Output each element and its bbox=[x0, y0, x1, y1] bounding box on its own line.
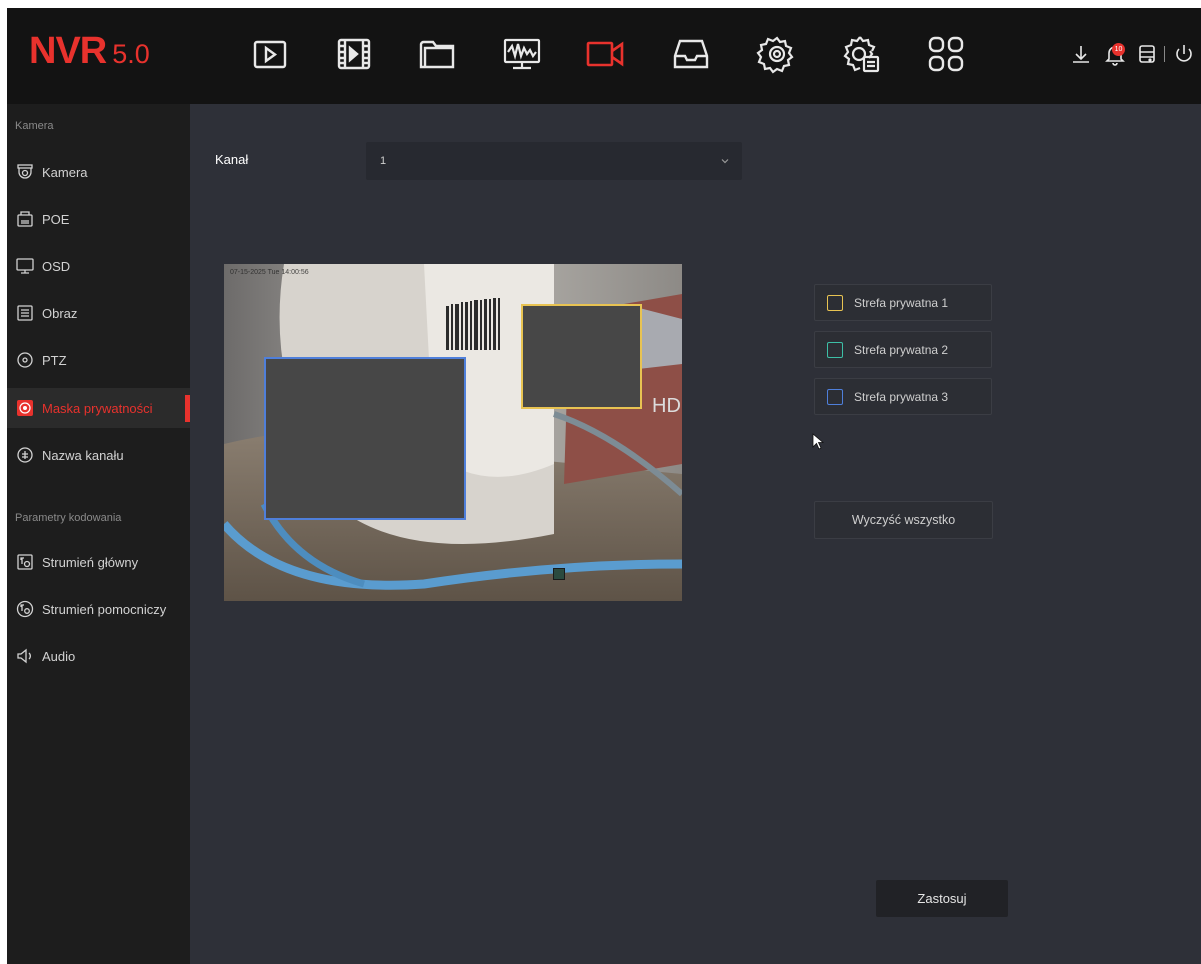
main-stream-icon bbox=[15, 552, 35, 572]
speaker-icon bbox=[15, 646, 35, 666]
gear-doc-icon[interactable] bbox=[840, 32, 884, 76]
monitor-waveform-icon[interactable] bbox=[500, 32, 544, 76]
sidebar-item-label: POE bbox=[42, 211, 70, 227]
privacy-mask-zone-3[interactable] bbox=[264, 357, 466, 520]
bell-icon[interactable]: 10 bbox=[1103, 40, 1127, 68]
zone-1-button[interactable]: Strefa prywatna 1 bbox=[814, 284, 992, 321]
nvr-app: NVR 5.0 10 Kamera Kamera POE OSD Obraz P… bbox=[7, 8, 1201, 964]
top-bar: NVR 5.0 10 bbox=[7, 8, 1201, 104]
sidebar-item-label: Obraz bbox=[42, 305, 78, 321]
sidebar-item-ptz[interactable]: PTZ bbox=[7, 340, 190, 380]
poe-icon bbox=[15, 209, 35, 229]
sidebar-item-sub-stream[interactable]: Strumień pomocniczy bbox=[7, 589, 190, 629]
camera-icon[interactable] bbox=[583, 32, 627, 76]
zone-3-button[interactable]: Strefa prywatna 3 bbox=[814, 378, 992, 415]
status-icons: 10 bbox=[1051, 40, 1201, 68]
sidebar-item-main-stream[interactable]: Strumień główny bbox=[7, 542, 190, 582]
camera-dome-icon bbox=[15, 162, 35, 182]
folder-icon[interactable] bbox=[415, 32, 459, 76]
power-icon[interactable] bbox=[1172, 40, 1196, 68]
notification-badge: 10 bbox=[1112, 43, 1125, 56]
zone-3-label: Strefa prywatna 3 bbox=[854, 389, 949, 404]
sidebar-section-encoding: Parametry kodowania bbox=[15, 512, 122, 524]
sidebar-item-kamera[interactable]: Kamera bbox=[7, 152, 190, 192]
zone-1-label: Strefa prywatna 1 bbox=[854, 295, 949, 310]
sidebar-item-label: Strumień główny bbox=[42, 554, 139, 570]
sidebar-item-privacy-mask[interactable]: Maska prywatności bbox=[7, 388, 190, 428]
zone-1-color-swatch bbox=[827, 294, 843, 311]
zone-2-label: Strefa prywatna 2 bbox=[854, 342, 949, 357]
privacy-mask-icon bbox=[15, 398, 35, 418]
logo: NVR 5.0 bbox=[29, 30, 150, 72]
sidebar-item-label: PTZ bbox=[42, 352, 67, 368]
channel-label: Kanał bbox=[215, 152, 249, 167]
apply-button[interactable]: Zastosuj bbox=[876, 880, 1008, 917]
channel-select-value: 1 bbox=[380, 155, 387, 167]
separator bbox=[1164, 46, 1165, 62]
video-watermark: HD bbox=[652, 395, 681, 417]
sidebar-item-poe[interactable]: POE bbox=[7, 199, 190, 239]
gear-icon[interactable] bbox=[755, 32, 799, 76]
channel-name-icon bbox=[15, 445, 35, 465]
sidebar-item-label: OSD bbox=[42, 258, 71, 274]
hdd-icon[interactable] bbox=[1135, 40, 1159, 68]
sidebar-item-label: Maska prywatności bbox=[42, 400, 153, 416]
download-icon[interactable] bbox=[1069, 40, 1093, 68]
inbox-icon[interactable] bbox=[669, 32, 713, 76]
clear-all-button[interactable]: Wyczyść wszystko bbox=[814, 501, 993, 539]
chevron-down-icon bbox=[721, 159, 729, 164]
sidebar-item-obraz[interactable]: Obraz bbox=[7, 293, 190, 333]
playback-nav-icon[interactable] bbox=[248, 32, 292, 76]
mask-drag-handle[interactable] bbox=[553, 568, 565, 580]
sidebar-item-osd[interactable]: OSD bbox=[7, 246, 190, 286]
sidebar-item-label: Nazwa kanału bbox=[42, 447, 124, 463]
sidebar-item-label: Strumień pomocniczy bbox=[42, 601, 167, 617]
channel-select[interactable]: 1 bbox=[366, 142, 742, 180]
zone-2-color-swatch bbox=[827, 341, 843, 358]
zone-3-color-swatch bbox=[827, 388, 843, 405]
grid-icon[interactable] bbox=[924, 32, 968, 76]
image-settings-icon bbox=[15, 303, 35, 323]
sidebar: Kamera Kamera POE OSD Obraz PTZ Maska pr… bbox=[7, 104, 190, 964]
sidebar-item-label: Kamera bbox=[42, 164, 88, 180]
video-preview[interactable]: HD 07-15-2025 Tue 14:00:56 bbox=[224, 264, 682, 601]
ptz-icon bbox=[15, 350, 35, 370]
sidebar-item-audio[interactable]: Audio bbox=[7, 636, 190, 676]
mouse-cursor-icon bbox=[812, 433, 824, 450]
video-osd-timestamp: 07-15-2025 Tue 14:00:56 bbox=[230, 269, 309, 276]
monitor-icon bbox=[15, 256, 35, 276]
sidebar-section-camera: Kamera bbox=[15, 120, 54, 132]
film-icon[interactable] bbox=[332, 32, 376, 76]
privacy-mask-zone-1[interactable] bbox=[521, 304, 642, 409]
zone-2-button[interactable]: Strefa prywatna 2 bbox=[814, 331, 992, 368]
sub-stream-icon bbox=[15, 599, 35, 619]
sidebar-item-channel-name[interactable]: Nazwa kanału bbox=[7, 435, 190, 475]
sidebar-item-label: Audio bbox=[42, 648, 76, 664]
